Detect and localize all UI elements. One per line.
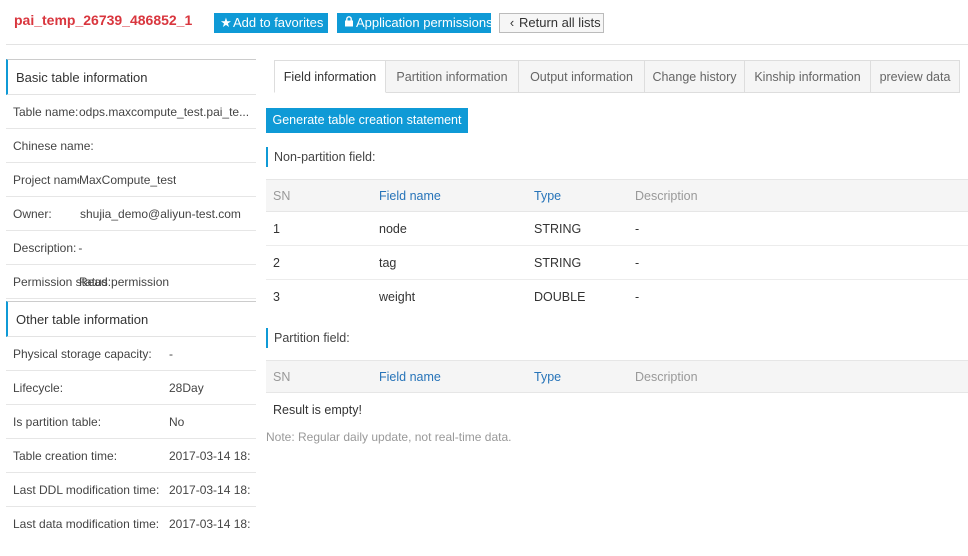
info-row-ddl-time: Last DDL modification time: 2017-03-14 1…: [6, 473, 256, 507]
info-value: 2017-03-14 18:: [169, 448, 251, 463]
info-value: 28Day: [169, 380, 204, 395]
chevron-left-icon: ‹: [509, 15, 515, 30]
cell-type: STRING: [534, 255, 582, 270]
partition-table: SN Field name Type Description: [266, 360, 968, 393]
update-note: Note: Regular daily update, not real-tim…: [266, 430, 512, 444]
tab-output-information[interactable]: Output information: [519, 60, 645, 93]
empty-result-text: Result is empty!: [273, 403, 362, 417]
tab-field-information[interactable]: Field information: [274, 60, 386, 93]
info-row-project-name: Project name: MaxCompute_test: [6, 163, 256, 197]
info-label: Description:: [13, 240, 77, 255]
table-header: SN Field name Type Description: [266, 360, 968, 393]
info-row-table-name: Table name: odps.maxcompute_test.pai_te.…: [6, 95, 256, 129]
info-value: 2017-03-14 18:: [169, 482, 251, 497]
return-all-lists-button[interactable]: ‹ Return all lists: [499, 13, 604, 33]
info-row-data-time: Last data modification time: 2017-03-14 …: [6, 507, 256, 541]
table-info-panel: Basic table information Table name: odps…: [6, 59, 256, 541]
info-label: Owner:: [13, 206, 52, 221]
info-row-permission-status: Permission status: Read permission: [6, 265, 256, 299]
star-icon: ★: [220, 15, 232, 30]
detail-tabs: Field information Partition information …: [274, 60, 960, 93]
info-value: Read permission: [79, 274, 170, 289]
column-description: Description: [635, 369, 698, 384]
non-partition-heading: Non-partition field:: [266, 147, 375, 167]
info-label: Physical storage capacity:: [13, 346, 152, 361]
return-all-lists-label: Return all lists: [519, 15, 601, 30]
cell-description: -: [635, 290, 640, 304]
cell-type: STRING: [534, 221, 582, 236]
info-label: Table creation time:: [13, 448, 118, 463]
info-label: Last DDL modification time:: [13, 482, 160, 497]
table-row: 1 node STRING -: [266, 212, 968, 246]
tab-partition-information[interactable]: Partition information: [386, 60, 519, 93]
column-field-name[interactable]: Field name: [372, 370, 527, 384]
cell-type: DOUBLE: [534, 290, 586, 304]
header-bar: pai_temp_26739_486852_1 ★Add to favorite…: [0, 0, 968, 46]
add-to-favorites-label: Add to favorites: [233, 15, 324, 30]
cell-description: -: [635, 255, 640, 270]
cell-sn: 1: [273, 221, 280, 236]
table-header: SN Field name Type Description: [266, 179, 968, 212]
info-value: MaxCompute_test: [79, 172, 177, 187]
table-title: pai_temp_26739_486852_1: [14, 12, 193, 28]
column-type[interactable]: Type: [527, 189, 628, 203]
partition-heading: Partition field:: [266, 328, 350, 348]
lock-icon: [343, 13, 355, 33]
info-value: 2017-03-14 18:: [169, 517, 251, 531]
tab-kinship-information[interactable]: Kinship information: [745, 60, 871, 93]
info-label: Chinese name:: [13, 138, 94, 153]
info-row-owner: Owner: shujia_demo@aliyun-test.com: [6, 197, 256, 231]
info-row-partition-table: Is partition table: No: [6, 405, 256, 439]
info-label: Lifecycle:: [13, 380, 64, 395]
column-sn: SN: [273, 369, 291, 384]
info-row-creation-time: Table creation time: 2017-03-14 18:: [6, 439, 256, 473]
header-divider: [6, 44, 968, 45]
info-row-chinese-name: Chinese name:: [6, 129, 256, 163]
add-to-favorites-button[interactable]: ★Add to favorites: [214, 13, 328, 33]
info-value: shujia_demo@aliyun-test.com: [80, 206, 241, 221]
generate-statement-button[interactable]: Generate table creation statement: [266, 108, 468, 133]
column-field-name[interactable]: Field name: [372, 189, 527, 203]
cell-field-name: tag: [379, 255, 397, 270]
column-type[interactable]: Type: [527, 370, 628, 384]
application-permissions-button[interactable]: Application permissions: [337, 13, 493, 33]
info-value: -: [169, 346, 173, 361]
info-row-description: Description: -: [6, 231, 256, 265]
cell-field-name: node: [379, 221, 407, 236]
application-permissions-label: Application permissions: [356, 15, 493, 30]
column-description: Description: [635, 188, 698, 203]
cell-sn: 2: [273, 255, 280, 270]
info-row-storage: Physical storage capacity: -: [6, 337, 256, 371]
info-row-lifecycle: Lifecycle: 28Day: [6, 371, 256, 405]
cell-sn: 3: [273, 290, 280, 304]
other-info-heading: Other table information: [6, 301, 256, 337]
table-row: 3 weight DOUBLE -: [266, 280, 968, 314]
tab-preview-data[interactable]: preview data: [871, 60, 960, 93]
non-partition-table: SN Field name Type Description 1 node ST…: [266, 179, 968, 314]
cell-field-name: weight: [379, 290, 416, 304]
info-label: Last data modification time:: [13, 517, 160, 531]
info-value: -: [78, 240, 83, 255]
info-value: No: [169, 414, 185, 429]
tab-change-history[interactable]: Change history: [645, 60, 745, 93]
info-label: Is partition table:: [13, 414, 102, 429]
info-label: Project name:: [13, 172, 79, 187]
info-value: odps.maxcompute_test.pai_te...: [79, 104, 250, 119]
column-sn: SN: [273, 188, 291, 203]
table-row: 2 tag STRING -: [266, 246, 968, 280]
basic-info-heading: Basic table information: [6, 59, 256, 95]
cell-description: -: [635, 221, 640, 236]
info-label: Table name:: [13, 104, 79, 119]
